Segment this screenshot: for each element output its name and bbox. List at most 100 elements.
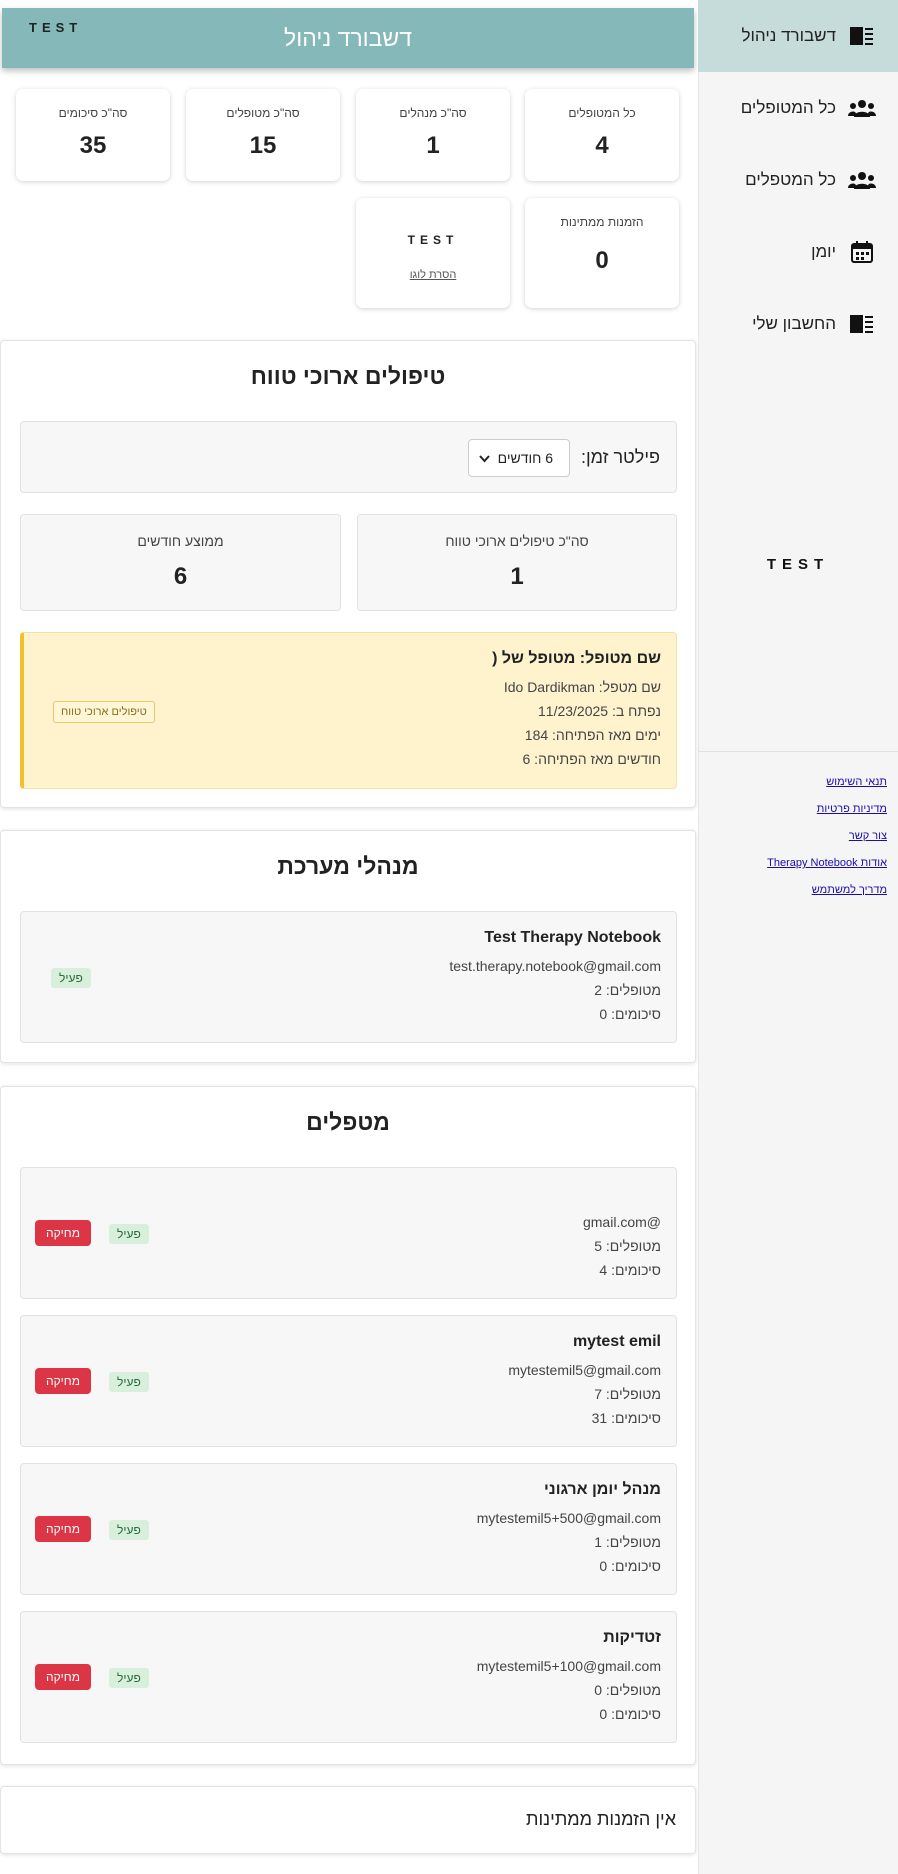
status-badge: פעיל: [109, 1372, 149, 1392]
sidebar-item-all-patients[interactable]: כל המטופלים: [698, 72, 898, 144]
stat-label: סה"כ מנהלים: [399, 106, 467, 120]
stat-value: 35: [79, 132, 107, 159]
sidebar: דשבורד ניהול כל המטופלים כל המטפלים יומן…: [698, 0, 898, 1874]
sidebar-item-label: דשבורד ניהול: [741, 26, 836, 45]
user-guide-link[interactable]: מדריך למשתמש: [812, 884, 887, 896]
therapist-email: mytestemil5@gmail.com: [508, 1362, 661, 1378]
sidebar-logo: TEST: [766, 556, 830, 573]
stat-label: כל המטופלים: [568, 106, 636, 120]
logo-preview: TEST: [407, 233, 459, 247]
admins-section: מנהלי מערכת Test Therapy Notebook test.t…: [0, 830, 696, 1063]
invites-section: אין הזמנות ממתינות: [0, 1786, 696, 1854]
stat-card-summaries[interactable]: סה"כ סיכומים 35: [16, 89, 170, 181]
page-title: דשבורד ניהול: [284, 25, 412, 51]
therapist-patients: מטופלים: 7: [594, 1386, 661, 1402]
calendar-icon: [848, 238, 876, 266]
section-title: טיפולים ארוכי טווח: [250, 363, 446, 389]
stat-card-patients[interactable]: כל המטופלים 4: [525, 89, 679, 181]
therapists-section: מטפלים @gmail.com מטופלים: 5 סיכומים: 4 …: [0, 1086, 696, 1765]
users-icon: [848, 166, 876, 194]
section-title: מנהלי מערכת: [277, 853, 419, 879]
top-header: TEST דשבורד ניהול: [2, 8, 694, 68]
time-filter-select[interactable]: 6 חודשים: [468, 439, 570, 477]
sidebar-item-my-account[interactable]: החשבון שלי: [698, 288, 898, 360]
therapist-summaries: סיכומים: 0: [599, 1706, 661, 1722]
delete-button[interactable]: מחיקה: [35, 1516, 91, 1542]
admin-summaries: סיכומים: 0: [599, 1006, 661, 1022]
therapist-card[interactable]: מנהל יומן ארגוני mytestemil5+500@gmail.c…: [20, 1463, 677, 1595]
therapist-patients: מטופלים: 5: [594, 1238, 661, 1254]
contact-link[interactable]: צור קשר: [849, 830, 887, 842]
therapist-card[interactable]: mytest emil mytestemil5@gmail.com מטופלי…: [20, 1315, 677, 1447]
sidebar-item-admin-dashboard[interactable]: דשבורד ניהול: [698, 0, 898, 72]
therapist-email: mytestemil5+500@gmail.com: [476, 1510, 661, 1526]
therapist-summaries: סיכומים: 4: [599, 1262, 661, 1278]
stat-value: 0: [595, 247, 609, 274]
stat-value: 15: [249, 132, 277, 159]
therapist-name: מנהל יומן ארגוני: [543, 1481, 661, 1498]
sidebar-item-label: כל המטפלים: [745, 170, 836, 189]
stat-value: 4: [595, 132, 609, 159]
stat-value: 1: [426, 132, 440, 159]
delete-button[interactable]: מחיקה: [35, 1220, 91, 1246]
sidebar-divider: [699, 751, 898, 752]
stat-value: 1: [510, 563, 524, 590]
logo-card: TEST הסרת לוגו: [356, 198, 510, 308]
book-icon: [848, 310, 876, 338]
therapist-summaries: סיכומים: 31: [591, 1410, 661, 1426]
book-icon: [848, 22, 876, 50]
sidebar-item-calendar[interactable]: יומן: [698, 216, 898, 288]
therapist-email: mytestemil5+100@gmail.com: [476, 1658, 661, 1674]
no-invites-text: אין הזמנות ממתינות: [526, 1809, 676, 1829]
therapist-card[interactable]: זטדיקות mytestemil5+100@gmail.com מטופלי…: [20, 1611, 677, 1743]
remove-logo-link[interactable]: הסרת לוגו: [356, 269, 510, 281]
long-term-tag: טיפולים ארוכי טווח: [53, 701, 155, 723]
admin-email: test.therapy.notebook@gmail.com: [449, 958, 661, 974]
therapist-name: שם מטפל: Ido Dardikman: [503, 679, 661, 695]
chevron-down-icon: [479, 455, 490, 463]
status-badge: פעיל: [109, 1224, 149, 1244]
time-filter-panel: פילטר זמן: 6 חודשים: [20, 421, 677, 493]
days-since-open: ימים מאז הפתיחה: 184: [524, 727, 661, 743]
sidebar-item-label: כל המטופלים: [740, 98, 836, 117]
status-badge: פעיל: [109, 1668, 149, 1688]
delete-button[interactable]: מחיקה: [35, 1368, 91, 1394]
stat-card-managers[interactable]: סה"כ מנהלים 1: [356, 89, 510, 181]
therapist-name: mytest emil: [572, 1333, 661, 1350]
admin-patients: מטופלים: 2: [594, 982, 661, 998]
therapist-patients: מטופלים: 0: [594, 1682, 661, 1698]
opened-date: נפתח ב: 11/23/2025: [538, 703, 661, 719]
terms-link[interactable]: תנאי השימוש: [826, 776, 887, 788]
main-content: TEST דשבורד ניהול כל המטופלים 4 סה"כ מנה…: [0, 0, 698, 1874]
months-since-open: חודשים מאז הפתיחה: 6: [522, 751, 662, 767]
about-link[interactable]: אודות Therapy Notebook: [767, 857, 887, 869]
admin-name: Test Therapy Notebook: [484, 929, 661, 946]
filter-label: פילטר זמן:: [580, 447, 660, 467]
long-term-section: טיפולים ארוכי טווח פילטר זמן: 6 חודשים ס…: [0, 340, 696, 808]
therapist-email: @gmail.com: [582, 1214, 661, 1230]
therapist-summaries: סיכומים: 0: [599, 1558, 661, 1574]
total-long-term-card: סה"כ טיפולים ארוכי טווח 1: [357, 514, 677, 611]
therapist-patients: מטופלים: 1: [594, 1534, 661, 1550]
delete-button[interactable]: מחיקה: [35, 1664, 91, 1690]
users-icon: [848, 94, 876, 122]
section-title: מטפלים: [306, 1109, 390, 1135]
therapist-name: זטדיקות: [603, 1629, 661, 1646]
privacy-link[interactable]: מדיניות פרטיות: [817, 803, 887, 815]
stat-label: סה"כ סיכומים: [58, 106, 128, 120]
status-badge: פעיל: [109, 1520, 149, 1540]
stat-label: סה"כ טיפולים ארוכי טווח: [445, 533, 589, 549]
status-badge: פעיל: [51, 968, 91, 988]
sidebar-item-label: החשבון שלי: [752, 314, 836, 333]
stat-label: ממוצע חודשים: [137, 533, 224, 549]
long-term-patient-card[interactable]: שם מטופל: מטופל של ‎( שם מטפל: Ido Dardi…: [20, 632, 677, 789]
admin-card[interactable]: Test Therapy Notebook test.therapy.noteb…: [20, 911, 677, 1043]
sidebar-item-all-therapists[interactable]: כל המטפלים: [698, 144, 898, 216]
stat-value: 6: [173, 563, 188, 590]
stat-card-therapists[interactable]: סה"כ מטופלים 15: [186, 89, 340, 181]
stat-label: הזמנות ממתינות: [560, 215, 644, 229]
avg-months-card: ממוצע חודשים 6: [20, 514, 341, 611]
filter-selected-value: 6 חודשים: [497, 450, 553, 466]
therapist-card[interactable]: @gmail.com מטופלים: 5 סיכומים: 4 פעיל מח…: [20, 1167, 677, 1299]
stat-card-pending-invites[interactable]: הזמנות ממתינות 0: [525, 198, 679, 308]
